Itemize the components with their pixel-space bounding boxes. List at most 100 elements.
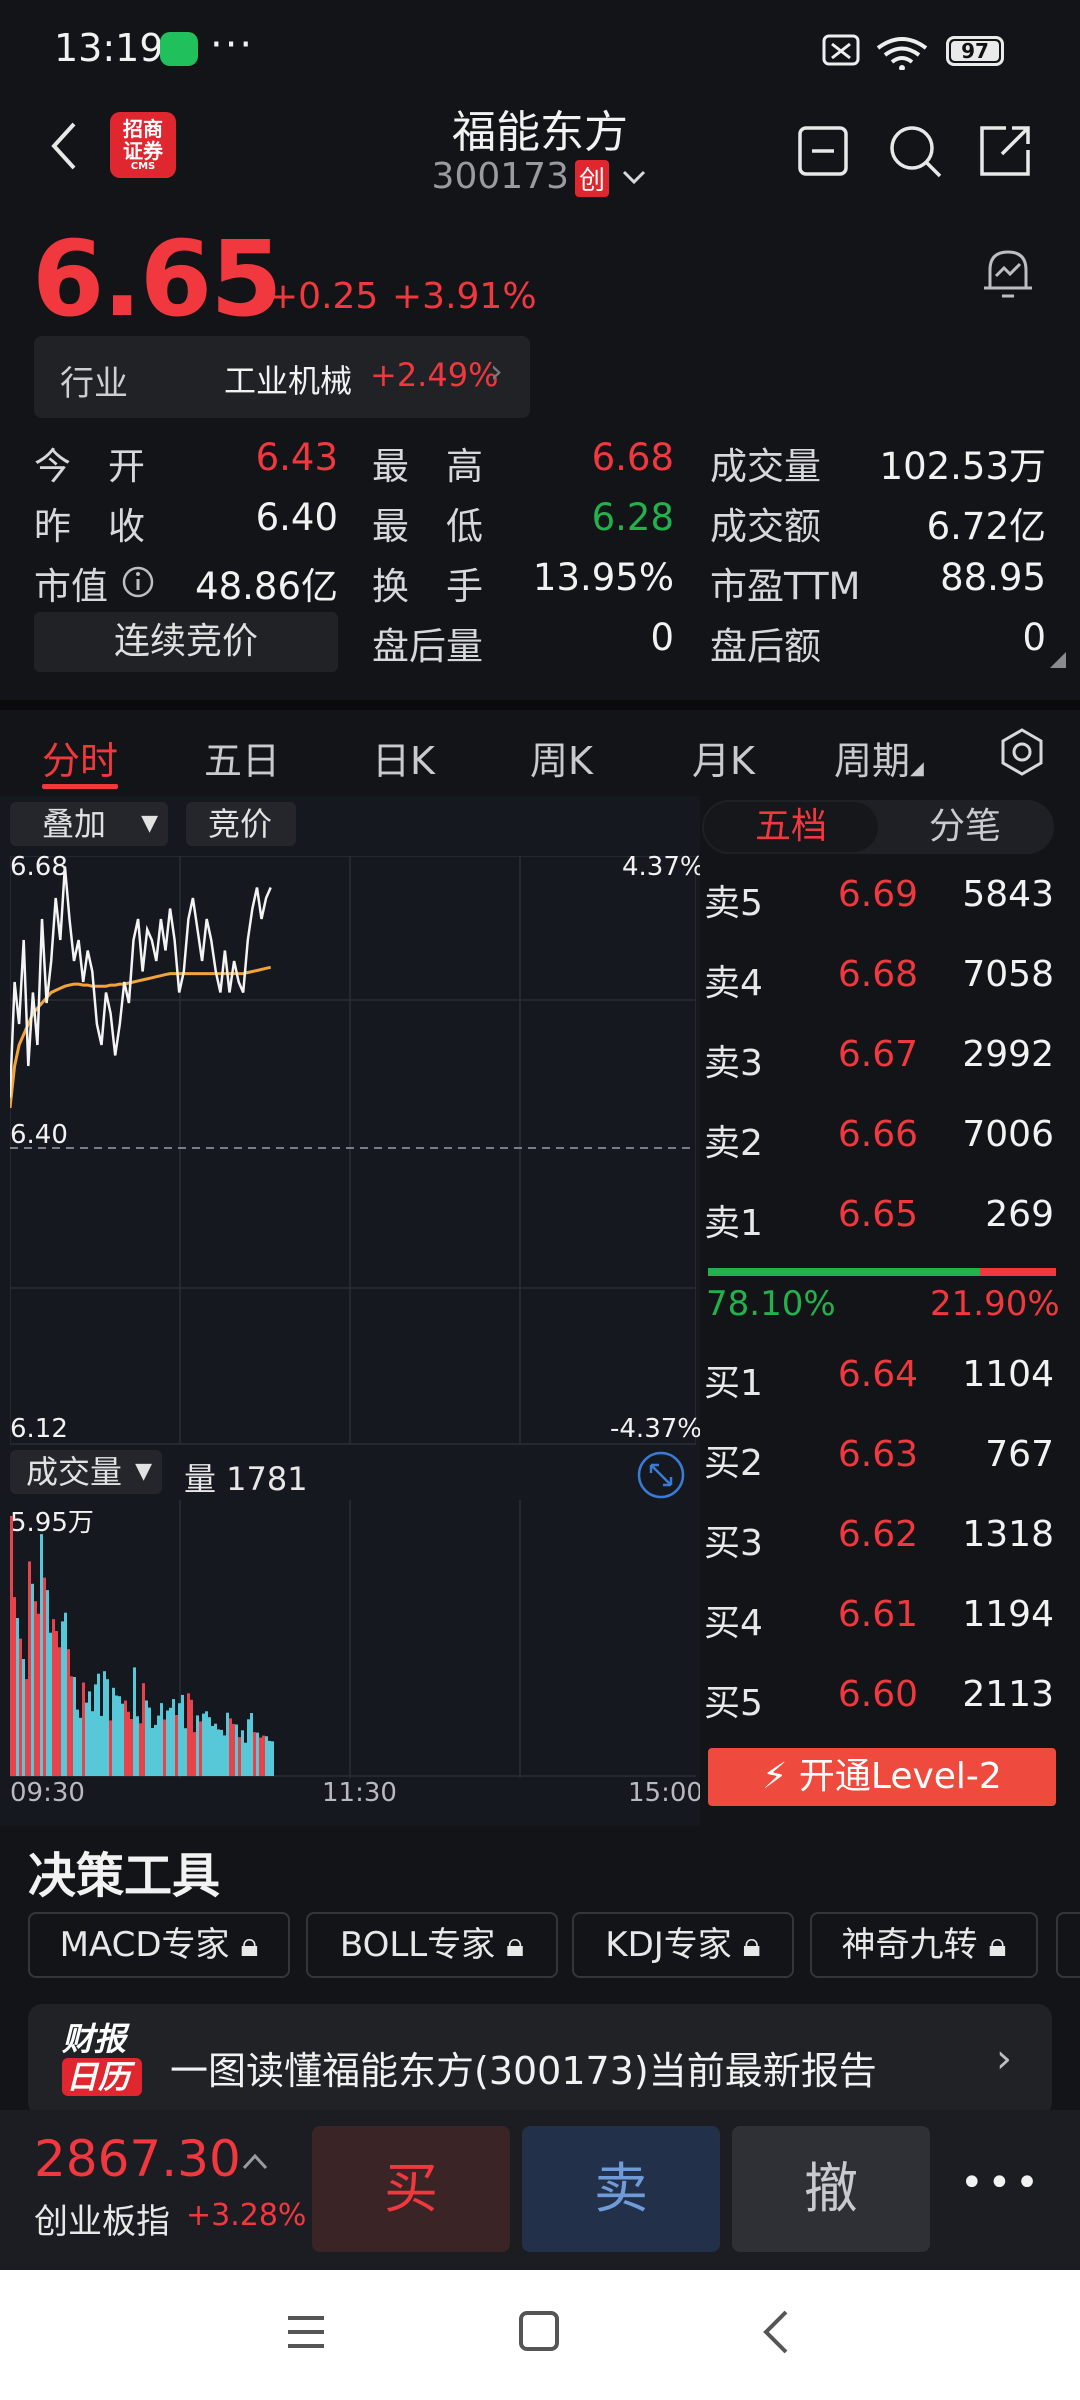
industry-card[interactable]: 行业 工业机械 +2.49% › <box>34 336 530 418</box>
tab-monthly-k[interactable]: 月K <box>692 730 755 785</box>
chart-settings-icon[interactable] <box>996 726 1048 778</box>
tab-intraday[interactable]: 分时 <box>42 730 118 785</box>
battery-level: 97 <box>961 39 989 63</box>
volume-bar <box>115 1695 118 1776</box>
chevron-down-icon <box>623 170 646 185</box>
stat-value: 13.95% <box>532 556 674 599</box>
volume-bar <box>223 1735 226 1776</box>
ask-volume: 7006 <box>962 1114 1054 1155</box>
tool-more[interactable] <box>1056 1912 1080 1978</box>
price-axis-mid: 6.40 <box>10 1120 68 1150</box>
sell-button[interactable]: 卖 <box>522 2126 720 2252</box>
tab-active-underline <box>42 784 118 789</box>
price-alert-icon[interactable] <box>980 244 1036 300</box>
expand-corner-icon[interactable] <box>1048 650 1068 670</box>
cancel-order-button[interactable]: 撤 <box>732 2126 930 2252</box>
earnings-report-banner[interactable]: 财报 日历 一图读懂福能东方(300173)当前最新报告 › <box>28 2004 1052 2116</box>
tool-kdj[interactable]: KDJ专家 🔒︎ <box>572 1912 794 1978</box>
tool-boll[interactable]: BOLL专家 🔒︎ <box>306 1912 558 1978</box>
tab-weekly-k[interactable]: 周K <box>530 730 593 785</box>
volume-bar <box>94 1684 97 1776</box>
ask-row[interactable]: 卖4 6.68 7058 <box>704 954 1054 1004</box>
stat-label: 最 低 <box>372 505 483 548</box>
price-line-chart[interactable] <box>10 856 696 1446</box>
stat-value: 0 <box>1022 616 1046 659</box>
volume-bar <box>109 1720 112 1776</box>
stat-label: 昨 收 <box>34 505 145 548</box>
volume-bar <box>19 1638 22 1776</box>
auction-status-button[interactable]: 连续竞价 <box>34 612 338 672</box>
volume-bar <box>64 1612 67 1776</box>
volume-bar <box>247 1719 250 1776</box>
ask-row[interactable]: 卖3 6.67 2992 <box>704 1034 1054 1084</box>
index-value[interactable]: 2867.30 <box>34 2130 241 2188</box>
status-bar: 13:19 ··· 97 <box>0 0 1080 100</box>
volume-bar <box>187 1693 190 1776</box>
fullscreen-icon[interactable] <box>636 1450 686 1500</box>
more-notifications-icon: ··· <box>210 22 255 68</box>
ask-label: 卖4 <box>704 963 763 1004</box>
volume-bar <box>136 1716 139 1776</box>
volume-bar-chart[interactable] <box>10 1500 696 1778</box>
stat-value: 6.43 <box>255 436 338 479</box>
level2-upgrade-button[interactable]: ⚡ 开通Level-2 <box>708 1748 1056 1806</box>
volume-bar <box>154 1724 157 1776</box>
ask-row[interactable]: 卖1 6.65 269 <box>704 1194 1054 1244</box>
search-icon[interactable] <box>886 122 944 180</box>
overlay-dropdown[interactable]: 叠加 ▼ <box>10 802 168 846</box>
ask-row[interactable]: 卖5 6.69 5843 <box>704 874 1054 924</box>
bid-row[interactable]: 买3 6.62 1318 <box>704 1514 1054 1564</box>
bid-row[interactable]: 买1 6.64 1104 <box>704 1354 1054 1404</box>
stat-label: 最 高 <box>372 445 483 488</box>
bid-row[interactable]: 买2 6.63 767 <box>704 1434 1054 1484</box>
volume-bar <box>10 1516 13 1776</box>
volume-indicator-dropdown[interactable]: 成交量 ▼ <box>10 1450 162 1494</box>
sell-ratio-fill <box>980 1268 1056 1276</box>
volume-bar <box>79 1717 82 1776</box>
dropdown-arrow-icon: ▼ <box>141 811 158 836</box>
buy-button[interactable]: 买 <box>312 2126 510 2252</box>
back-nav-icon[interactable] <box>756 2308 796 2356</box>
share-icon[interactable] <box>976 122 1034 180</box>
info-icon[interactable] <box>120 564 156 600</box>
bid-row[interactable]: 买5 6.60 2113 <box>704 1674 1054 1724</box>
price-axis-bottom: 6.12 <box>10 1414 68 1444</box>
board-badge: 创 <box>574 159 609 197</box>
tab-period[interactable]: 周期◢ <box>834 730 924 785</box>
menu-icon[interactable] <box>284 2310 328 2354</box>
ask-volume: 5843 <box>962 874 1054 915</box>
volume-bar <box>217 1729 220 1776</box>
volume-bar <box>172 1699 175 1776</box>
chevron-up-icon[interactable] <box>240 2150 270 2172</box>
volume-bar <box>85 1702 88 1776</box>
auction-toggle[interactable]: 竞价 <box>186 802 296 846</box>
bid-row[interactable]: 买4 6.61 1194 <box>704 1594 1054 1644</box>
volume-bar <box>118 1696 121 1776</box>
tool-macd[interactable]: MACD专家 🔒︎ <box>28 1912 290 1978</box>
volume-bar <box>166 1710 169 1776</box>
volume-bar <box>241 1730 244 1776</box>
volume-bar <box>208 1717 211 1776</box>
home-icon[interactable] <box>516 2308 562 2354</box>
tool-nine-turn[interactable]: 神奇九转 🔒︎ <box>810 1912 1038 1978</box>
volume-bar <box>31 1583 34 1776</box>
more-options-icon[interactable]: ••• <box>960 2160 1043 2206</box>
volume-bar <box>244 1742 247 1776</box>
lock-icon: 🔒︎ <box>742 1925 761 1965</box>
minimize-icon[interactable] <box>796 124 852 180</box>
logo-line2: 日历 <box>62 2058 142 2096</box>
volume-bar <box>13 1597 16 1776</box>
ask-row[interactable]: 卖2 6.66 7006 <box>704 1114 1054 1164</box>
tool-label: 神奇九转 <box>841 1925 978 1965</box>
volume-bar <box>265 1736 268 1776</box>
volume-bar <box>16 1618 19 1776</box>
pct-axis-bottom: -4.37% <box>610 1414 702 1444</box>
bid-label: 买1 <box>704 1363 763 1404</box>
tab-daily-k[interactable]: 日K <box>372 730 435 785</box>
chevron-right-icon: › <box>996 2036 1012 2082</box>
tab-tick-trades[interactable]: 分笔 <box>878 802 1052 852</box>
volume-bar <box>58 1647 61 1776</box>
tab-five-day[interactable]: 五日 <box>204 730 280 785</box>
tab-five-levels[interactable]: 五档 <box>704 802 878 852</box>
current-price: 6.65 <box>32 218 283 340</box>
